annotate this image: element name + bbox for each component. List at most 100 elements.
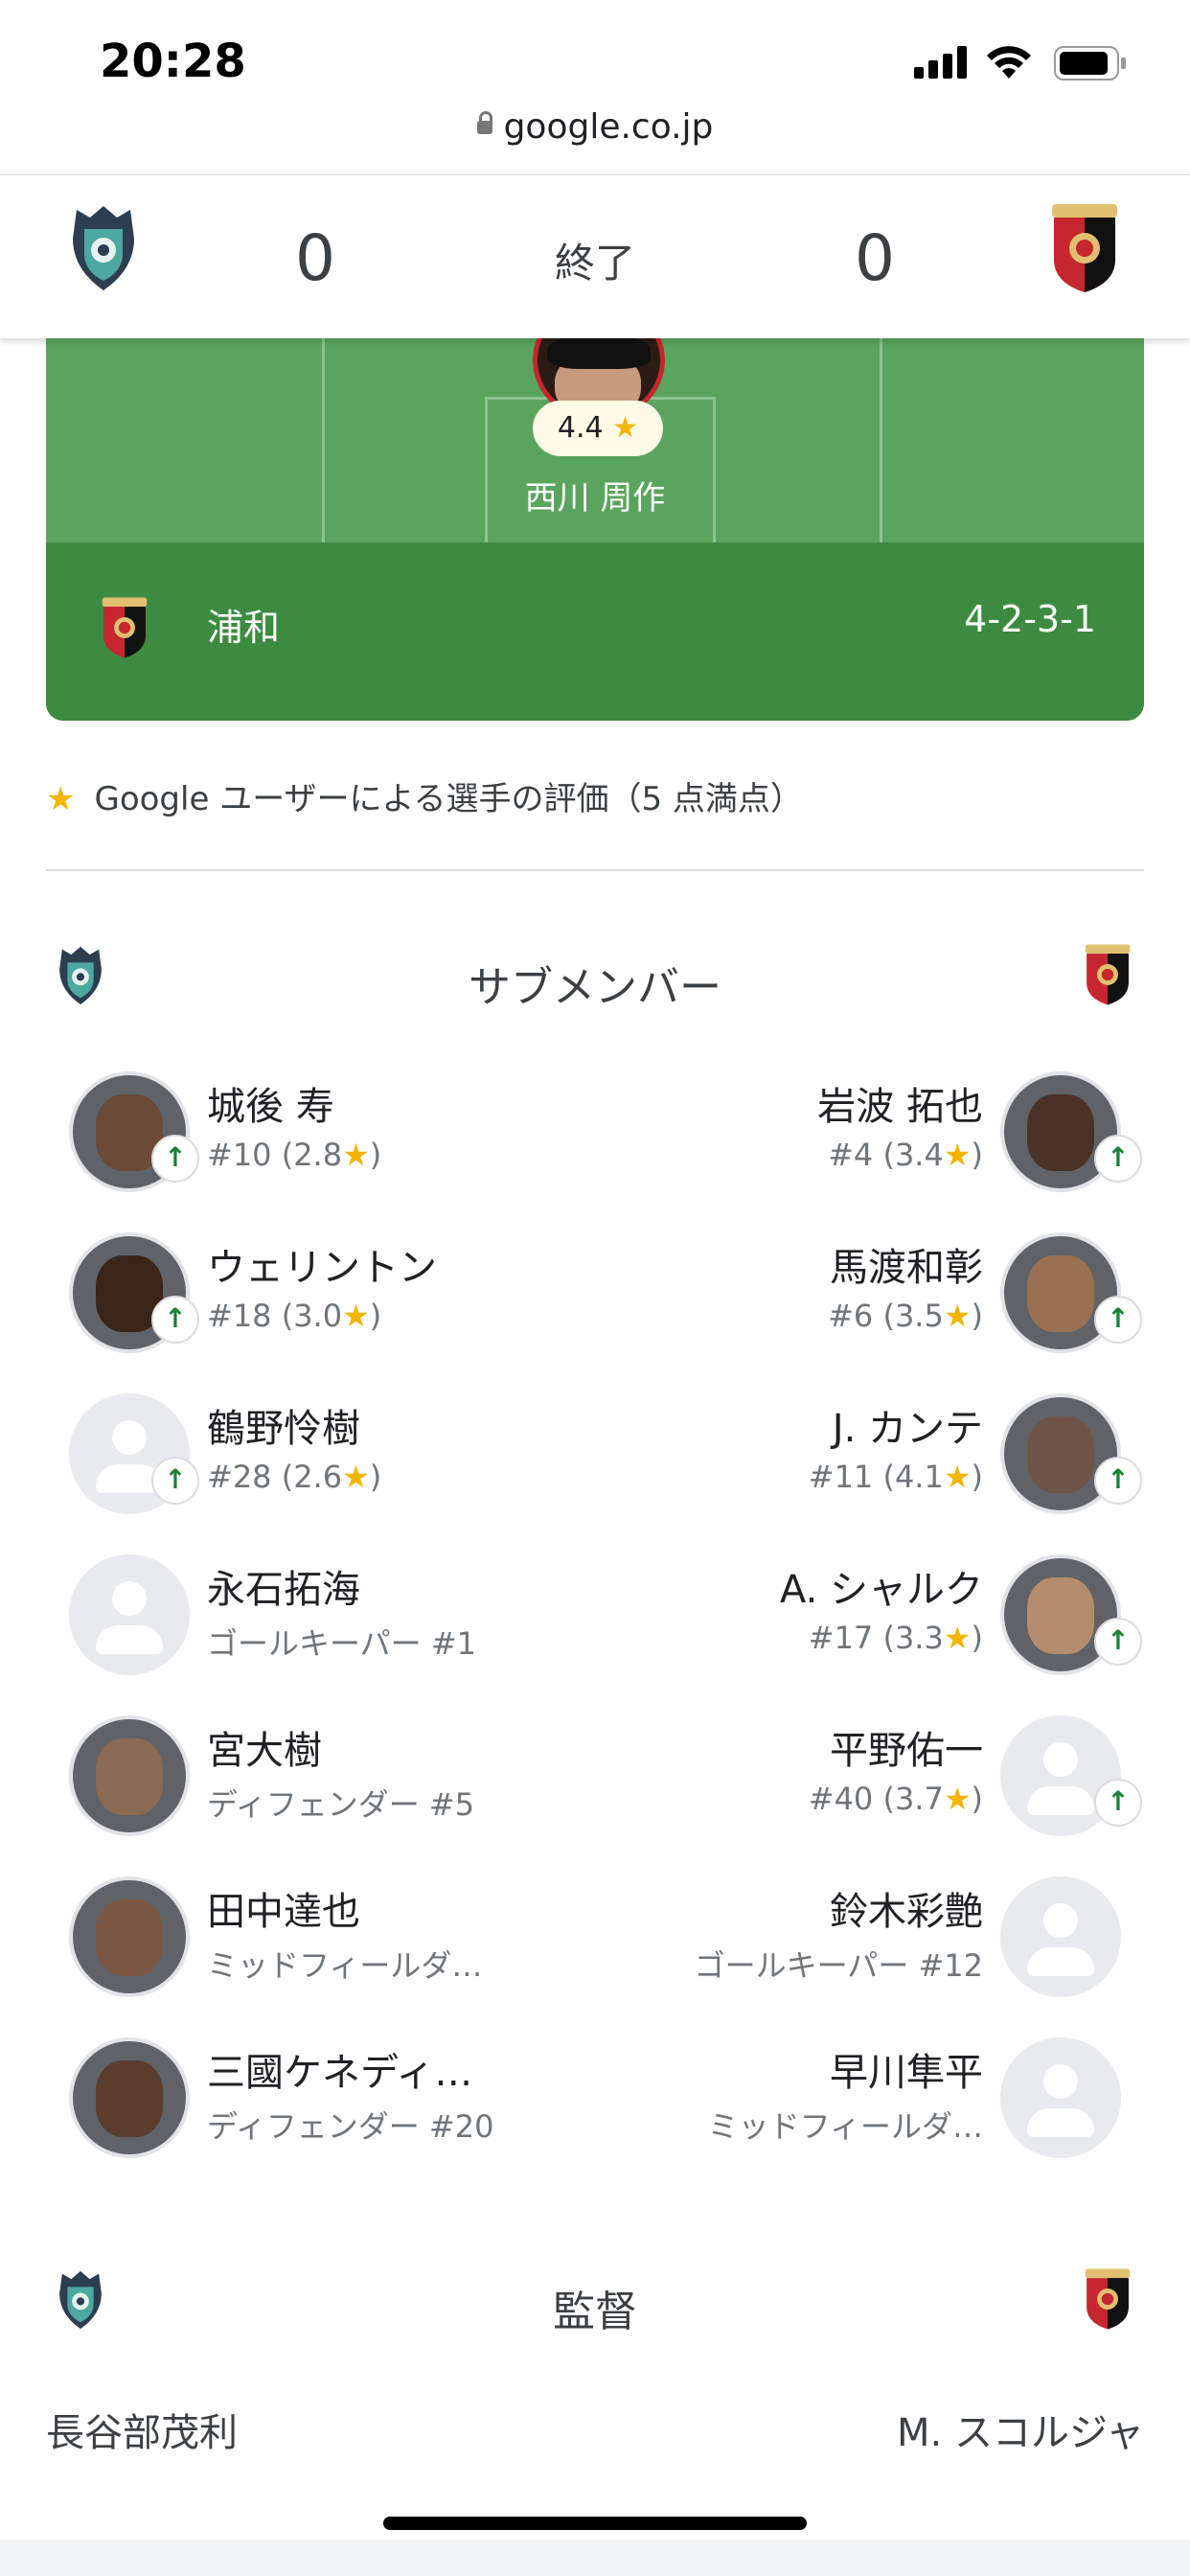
away-team-crest-icon (1085, 944, 1131, 1005)
away-manager[interactable]: M. スコルジャ (897, 2402, 1144, 2457)
sub-player-info: ミッドフィールダ… (707, 2108, 983, 2145)
sub-player-info: ディフェンダー #20 (207, 2108, 494, 2145)
score-header: 0 終了 0 (0, 174, 1190, 338)
sub-player-name: 三國ケネディ… (207, 2051, 473, 2095)
sub-player-name: 岩波 拓也 (817, 1085, 983, 1129)
sub-player-name: 鈴木彩艶 (830, 1890, 983, 1934)
sub-in-arrow-icon: ↑ (1094, 1618, 1142, 1666)
sub-player-info: ゴールキーパー #1 (207, 1625, 477, 1662)
sub-player-info: ゴールキーパー #12 (694, 1947, 983, 1984)
player-rating-value: 4.4 (557, 411, 604, 445)
managers-title: 監督 (553, 2288, 637, 2336)
sub-player-away[interactable]: 鈴木彩艶 ゴールキーパー #12 (607, 1876, 1144, 2020)
star-icon: ★ (943, 1298, 972, 1334)
star-icon: ★ (612, 411, 639, 445)
team-formation-bar: 浦和 4-2-3-1 (46, 542, 1144, 721)
sub-player-name: 田中達也 (207, 1890, 360, 1934)
match-status: 終了 (554, 240, 635, 287)
sub-player-name: 鶴野怜樹 (207, 1407, 360, 1451)
sub-player-name: ウェリントン (207, 1246, 437, 1290)
sub-player-name: 早川隼平 (830, 2051, 983, 2095)
player-avatar (69, 2037, 190, 2158)
sub-player-info: #10 (2.8★) (207, 1137, 382, 1173)
star-icon: ★ (46, 780, 76, 818)
sub-player-home[interactable]: ↑ 鶴野怜樹 #28 (2.6★) (46, 1393, 583, 1537)
url-text: google.co.jp (503, 107, 714, 147)
sub-in-arrow-icon: ↑ (1094, 1135, 1142, 1183)
sub-player-info: ディフェンダー #5 (207, 1786, 475, 1823)
player-name[interactable]: 西川 周作 (514, 472, 676, 518)
home-manager[interactable]: 長谷部茂利 (46, 2402, 238, 2457)
sub-player-home[interactable]: 三國ケネディ… ディフェンダー #20 (46, 2037, 583, 2181)
wifi-icon (987, 46, 1031, 79)
sub-player-away[interactable]: ↑ 馬渡和彰 #6 (3.5★) (607, 1232, 1144, 1376)
signal-icon (914, 46, 967, 79)
sub-player-away[interactable]: 早川隼平 ミッドフィールダ… (607, 2037, 1144, 2181)
sub-player-name: J. カンテ (832, 1407, 983, 1451)
star-icon: ★ (342, 1459, 370, 1495)
sub-player-info: #4 (3.4★) (828, 1137, 983, 1173)
lock-icon (476, 111, 492, 134)
player-avatar-placeholder (69, 1554, 190, 1675)
address-bar[interactable]: google.co.jp (0, 105, 1190, 172)
sub-player-home[interactable]: ↑ ウェリントン #18 (3.0★) (46, 1232, 583, 1376)
sub-player-info: #18 (3.0★) (207, 1298, 382, 1334)
away-score: 0 (855, 221, 895, 295)
star-icon: ★ (943, 1137, 972, 1173)
home-indicator[interactable] (383, 2517, 807, 2530)
sub-player-name: 平野佑一 (830, 1729, 983, 1773)
sub-player-info: #6 (3.5★) (828, 1298, 983, 1334)
sub-player-home[interactable]: ↑ 城後 寿 #10 (2.8★) (46, 1071, 583, 1215)
sub-player-info: #40 (3.7★) (808, 1781, 983, 1817)
sub-player-name: 城後 寿 (207, 1085, 334, 1129)
rating-note: ★ Google ユーザーによる選手の評価（5 点満点） (46, 772, 803, 819)
formation: 4-2-3-1 (964, 598, 1096, 640)
star-icon: ★ (943, 1781, 972, 1817)
sub-player-home[interactable]: 宮大樹 ディフェンダー #5 (46, 1715, 583, 1859)
sub-player-name: 永石拓海 (207, 1568, 360, 1612)
sub-in-arrow-icon: ↑ (1094, 1457, 1142, 1505)
lineup-field: 4.4 ★ 西川 周作 浦和 4-2-3-1 (46, 337, 1144, 721)
battery-icon (1054, 46, 1126, 80)
sub-player-name: 馬渡和彰 (830, 1246, 983, 1290)
away-team-crest-icon (102, 597, 148, 658)
sub-player-away[interactable]: ↑ A. シャルク #17 (3.3★) (607, 1554, 1144, 1698)
sub-in-arrow-icon: ↑ (151, 1135, 199, 1183)
sub-player-info: #11 (4.1★) (808, 1459, 983, 1495)
team-name: 浦和 (207, 607, 281, 649)
star-icon: ★ (342, 1298, 370, 1334)
away-team-crest-icon[interactable] (1048, 202, 1121, 294)
sub-in-arrow-icon: ↑ (1094, 1296, 1142, 1344)
sub-player-away[interactable]: ↑ J. カンテ #11 (4.1★) (607, 1393, 1144, 1537)
star-icon: ★ (943, 1459, 972, 1495)
sub-player-info: ミッドフィールダ… (207, 1947, 483, 1984)
sub-player-name: 宮大樹 (207, 1729, 322, 1773)
divider (46, 869, 1144, 871)
player-rating: 4.4 ★ (533, 401, 663, 456)
away-team-crest-icon (1085, 2268, 1131, 2330)
star-icon: ★ (342, 1137, 370, 1173)
subs-title: サブメンバー (469, 963, 721, 1012)
rating-note-text: Google ユーザーによる選手の評価（5 点満点） (94, 780, 803, 818)
sub-player-info: #17 (3.3★) (808, 1620, 983, 1656)
bottom-safe-area (0, 2540, 1190, 2576)
clock: 20:28 (100, 34, 246, 88)
sub-in-arrow-icon: ↑ (1094, 1779, 1142, 1827)
status-bar: 20:28 (0, 0, 1190, 105)
sub-player-name: A. シャルク (779, 1568, 983, 1612)
sub-player-away[interactable]: ↑ 平野佑一 #40 (3.7★) (607, 1715, 1144, 1859)
sub-player-home[interactable]: 永石拓海 ゴールキーパー #1 (46, 1554, 583, 1698)
sub-in-arrow-icon: ↑ (151, 1296, 199, 1344)
sub-in-arrow-icon: ↑ (151, 1457, 199, 1505)
star-icon: ★ (943, 1620, 972, 1656)
player-avatar-placeholder (1000, 2037, 1121, 2158)
sub-player-home[interactable]: 田中達也 ミッドフィールダ… (46, 1876, 583, 2020)
penalty-box-line (485, 397, 488, 542)
field-line (880, 337, 882, 542)
field-line (322, 337, 325, 542)
sub-player-away[interactable]: ↑ 岩波 拓也 #4 (3.4★) (607, 1071, 1144, 1215)
sub-player-info: #28 (2.6★) (207, 1459, 382, 1495)
player-avatar (69, 1876, 190, 1997)
player-avatar-placeholder (1000, 1876, 1121, 1997)
player-avatar (69, 1715, 190, 1836)
